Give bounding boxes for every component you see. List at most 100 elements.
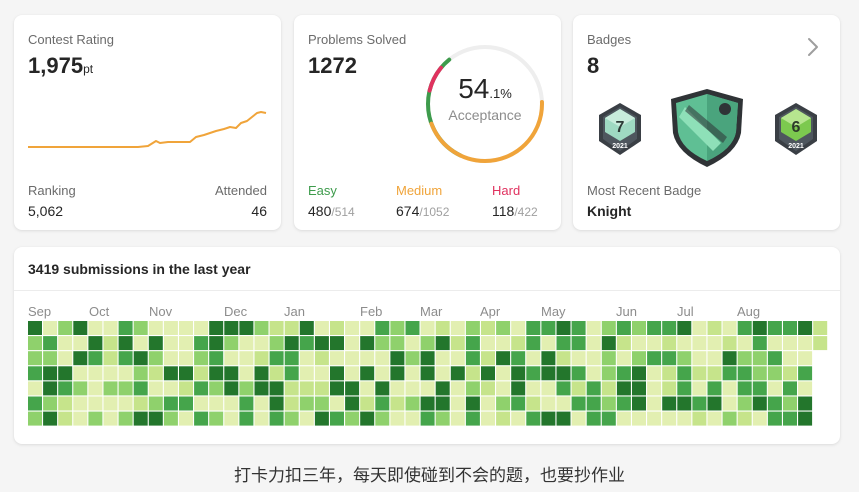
heatmap-day-cell[interactable] <box>677 336 692 351</box>
heatmap-day-cell[interactable] <box>73 381 88 396</box>
heatmap-day-cell[interactable] <box>179 351 193 366</box>
heatmap-day-cell[interactable] <box>420 336 435 351</box>
heatmap-day-cell[interactable] <box>269 396 284 411</box>
heatmap-day-cell[interactable] <box>692 321 707 335</box>
heatmap-day-cell[interactable] <box>284 321 299 335</box>
heatmap-day-cell[interactable] <box>722 396 737 411</box>
heatmap-day-cell[interactable] <box>133 411 148 426</box>
heatmap-day-cell[interactable] <box>481 396 495 411</box>
heatmap-day-cell[interactable] <box>647 321 662 335</box>
heatmap-day-cell[interactable] <box>43 351 58 366</box>
heatmap-day-cell[interactable] <box>571 411 586 426</box>
heatmap-day-cell[interactable] <box>269 336 284 351</box>
heatmap-day-cell[interactable] <box>73 366 88 381</box>
heatmap-day-cell[interactable] <box>405 336 420 351</box>
heatmap-day-cell[interactable] <box>345 396 360 411</box>
heatmap-day-cell[interactable] <box>88 336 103 351</box>
heatmap-day-cell[interactable] <box>314 381 329 396</box>
heatmap-day-cell[interactable] <box>405 381 420 396</box>
heatmap-day-cell[interactable] <box>632 321 646 335</box>
heatmap-day-cell[interactable] <box>133 351 148 366</box>
heatmap-day-cell[interactable] <box>405 411 420 426</box>
heatmap-day-cell[interactable] <box>345 381 360 396</box>
heatmap-day-cell[interactable] <box>496 366 511 381</box>
heatmap-day-cell[interactable] <box>390 396 405 411</box>
heatmap-day-cell[interactable] <box>375 411 390 426</box>
heatmap-day-cell[interactable] <box>647 411 662 426</box>
heatmap-day-cell[interactable] <box>360 351 375 366</box>
heatmap-day-cell[interactable] <box>798 396 813 411</box>
heatmap-day-cell[interactable] <box>330 351 344 366</box>
heatmap-day-cell[interactable] <box>58 366 73 381</box>
heatmap-day-cell[interactable] <box>616 381 631 396</box>
heatmap-day-cell[interactable] <box>43 396 58 411</box>
heatmap-day-cell[interactable] <box>148 381 163 396</box>
heatmap-day-cell[interactable] <box>194 336 209 351</box>
heatmap-day-cell[interactable] <box>330 396 344 411</box>
heatmap-day-cell[interactable] <box>314 351 329 366</box>
heatmap-day-cell[interactable] <box>179 366 193 381</box>
heatmap-day-cell[interactable] <box>194 411 209 426</box>
heatmap-day-cell[interactable] <box>148 396 163 411</box>
heatmap-day-cell[interactable] <box>767 351 782 366</box>
heatmap-day-cell[interactable] <box>586 366 601 381</box>
heatmap-day-cell[interactable] <box>179 321 193 335</box>
heatmap-day-cell[interactable] <box>556 411 571 426</box>
heatmap-day-cell[interactable] <box>420 366 435 381</box>
heatmap-day-cell[interactable] <box>662 396 677 411</box>
heatmap-day-cell[interactable] <box>405 321 420 335</box>
heatmap-day-cell[interactable] <box>526 411 541 426</box>
heatmap-day-cell[interactable] <box>541 381 556 396</box>
heatmap-day-cell[interactable] <box>556 396 571 411</box>
heatmap-day-cell[interactable] <box>783 381 797 396</box>
heatmap-day-cell[interactable] <box>118 381 133 396</box>
heatmap-day-cell[interactable] <box>360 396 375 411</box>
heatmap-day-cell[interactable] <box>269 351 284 366</box>
heatmap-day-cell[interactable] <box>299 411 314 426</box>
heatmap-day-cell[interactable] <box>677 366 692 381</box>
heatmap-day-cell[interactable] <box>194 366 209 381</box>
heatmap-day-cell[interactable] <box>752 336 767 351</box>
heatmap-day-cell[interactable] <box>58 381 73 396</box>
heatmap-day-cell[interactable] <box>752 381 767 396</box>
heatmap-day-cell[interactable] <box>133 336 148 351</box>
heatmap-day-cell[interactable] <box>314 396 329 411</box>
heatmap-day-cell[interactable] <box>692 381 707 396</box>
heatmap-day-cell[interactable] <box>375 366 390 381</box>
heatmap-day-cell[interactable] <box>148 336 163 351</box>
badge-icon[interactable]: 7 2021 <box>595 101 645 157</box>
heatmap-day-cell[interactable] <box>420 351 435 366</box>
heatmap-day-cell[interactable] <box>798 381 813 396</box>
heatmap-day-cell[interactable] <box>88 411 103 426</box>
heatmap-day-cell[interactable] <box>662 366 677 381</box>
heatmap-day-cell[interactable] <box>435 381 450 396</box>
heatmap-day-cell[interactable] <box>330 321 344 335</box>
heatmap-day-cell[interactable] <box>345 366 360 381</box>
heatmap-day-cell[interactable] <box>103 411 118 426</box>
heatmap-day-cell[interactable] <box>254 366 269 381</box>
heatmap-day-cell[interactable] <box>571 351 586 366</box>
heatmap-day-cell[interactable] <box>722 411 737 426</box>
heatmap-day-cell[interactable] <box>345 411 360 426</box>
heatmap-day-cell[interactable] <box>601 351 616 366</box>
heatmap-day-cell[interactable] <box>632 381 646 396</box>
rating-history-chart[interactable] <box>28 105 268 175</box>
heatmap-day-cell[interactable] <box>647 366 662 381</box>
heatmap-day-cell[interactable] <box>163 411 178 426</box>
heatmap-day-cell[interactable] <box>481 321 495 335</box>
heatmap-day-cell[interactable] <box>299 366 314 381</box>
heatmap-day-cell[interactable] <box>239 411 254 426</box>
heatmap-day-cell[interactable] <box>692 396 707 411</box>
heatmap-day-cell[interactable] <box>179 381 193 396</box>
heatmap-day-cell[interactable] <box>632 411 646 426</box>
heatmap-day-cell[interactable] <box>737 396 752 411</box>
heatmap-day-cell[interactable] <box>405 366 420 381</box>
heatmap-day-cell[interactable] <box>375 351 390 366</box>
heatmap-day-cell[interactable] <box>526 321 541 335</box>
heatmap-day-cell[interactable] <box>58 336 73 351</box>
heatmap-day-cell[interactable] <box>526 336 541 351</box>
heatmap-day-cell[interactable] <box>148 411 163 426</box>
heatmap-day-cell[interactable] <box>601 321 616 335</box>
heatmap-day-cell[interactable] <box>148 351 163 366</box>
heatmap-day-cell[interactable] <box>707 381 722 396</box>
